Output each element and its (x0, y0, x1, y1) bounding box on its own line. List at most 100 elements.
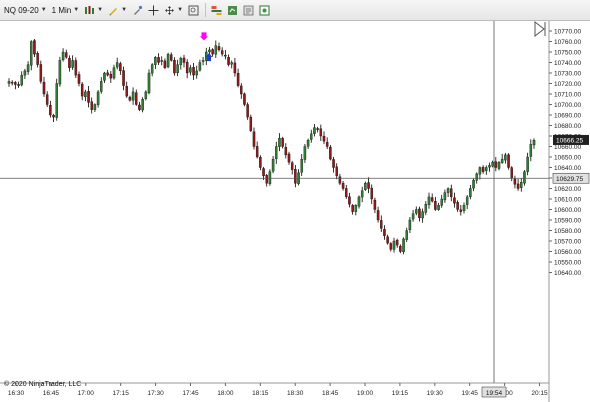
candle (421, 208, 424, 223)
y-tick-label: 10740.00 (554, 60, 581, 67)
candle (106, 69, 109, 77)
eyedropper-button[interactable] (130, 2, 145, 18)
x-tick-label: 16:45 (43, 390, 60, 397)
candle-body-down (49, 105, 52, 116)
candle-body-up (58, 60, 62, 85)
candle (17, 81, 20, 88)
move-arrows-icon (165, 5, 175, 15)
candle-body-down (157, 57, 160, 63)
drawing-tools-button[interactable]: ▼ (106, 2, 129, 18)
candle-body-down (106, 72, 109, 76)
y-tick-label: 10760.00 (554, 39, 581, 46)
candle (446, 187, 450, 197)
crosshair-button[interactable]: ▼ (162, 2, 185, 18)
candle (68, 55, 71, 72)
x-tick-label: 18:15 (252, 390, 269, 397)
chart-properties-button[interactable] (241, 2, 256, 18)
scroll-to-end-icon[interactable] (534, 21, 546, 38)
candle-body-up (300, 158, 303, 173)
indicators-button[interactable] (209, 2, 224, 18)
interval-selector[interactable]: 1 Min ▼ (50, 2, 82, 18)
candle-body-up (84, 91, 87, 98)
candle (112, 64, 116, 80)
candle (395, 238, 399, 248)
candle-body-down (87, 90, 90, 103)
candle-body-up (189, 67, 192, 73)
candle (147, 69, 151, 95)
candle (227, 54, 230, 67)
candle-body-down (345, 188, 348, 198)
candle (469, 184, 472, 200)
candle (373, 197, 377, 214)
last-price-label: 10666.25 (556, 137, 583, 144)
candle-body-down (389, 243, 393, 250)
price-chart[interactable]: 10770.00 10760.00 10750.00 10740.00 10730.00… (0, 21, 590, 402)
candle-body-down (182, 57, 186, 63)
candle (14, 81, 17, 90)
candle (185, 59, 189, 79)
candle-body-down (510, 167, 513, 179)
candle (45, 91, 49, 107)
candle (166, 52, 170, 69)
candle-body-up (160, 60, 163, 62)
candle-body-up (462, 205, 466, 211)
candle-body-up (392, 240, 396, 250)
candle-body-down (281, 138, 284, 147)
candle (192, 62, 195, 80)
candle-body-up (278, 137, 281, 147)
candle (214, 40, 218, 58)
candle-body-up (30, 41, 33, 66)
candle (341, 180, 345, 191)
chevron-down-icon: ▼ (73, 7, 80, 13)
candle-body-up (465, 196, 469, 205)
candle (150, 63, 154, 77)
strategies-button[interactable] (225, 2, 240, 18)
candle (179, 56, 183, 70)
candle-body-down (329, 146, 332, 160)
cursor-crosshair-icon (148, 5, 159, 15)
candle-body-up (520, 182, 523, 188)
candle (138, 101, 141, 112)
candle-body-up (198, 62, 202, 71)
candle-body-down (262, 168, 265, 177)
candle (119, 61, 122, 75)
candle-body-down (246, 104, 249, 118)
zoom-button[interactable] (186, 2, 201, 18)
candle (294, 164, 297, 188)
candle (491, 160, 494, 168)
candle (109, 71, 113, 83)
candle (465, 195, 469, 210)
candle-body-up (440, 198, 443, 206)
candle-body-down (14, 82, 17, 85)
candle-body-up (475, 173, 478, 181)
x-tick-label: 16:30 (8, 390, 25, 397)
candle-body-up (529, 144, 533, 157)
candle (96, 89, 100, 108)
chart-panel[interactable]: 10770.00 10760.00 10750.00 10740.00 10730.00… (0, 21, 590, 402)
candle (80, 81, 84, 101)
candle (402, 237, 405, 255)
candle (176, 59, 179, 77)
candle (58, 56, 62, 87)
candle-body-down (119, 63, 122, 72)
candle (163, 58, 167, 70)
candle (532, 138, 536, 149)
instrument-label: NQ 09-20 (4, 5, 39, 15)
chevron-down-icon: ▼ (40, 7, 47, 13)
bar-spacing-button[interactable] (146, 2, 161, 18)
candle-body-down (338, 176, 342, 184)
candle-body-down (294, 169, 297, 184)
candle (357, 195, 361, 209)
candle-body-up (201, 60, 205, 62)
snapshot-button[interactable] (257, 2, 272, 18)
candle-body-down (80, 83, 84, 97)
candle (103, 71, 106, 84)
instrument-selector[interactable]: NQ 09-20 ▼ (2, 2, 49, 18)
x-tick-label: 18:30 (287, 390, 304, 397)
candle (360, 186, 364, 203)
chart-style-button[interactable]: ▼ (82, 2, 105, 18)
candle (55, 78, 58, 121)
candle-body-down (255, 146, 259, 158)
x-tick-label: 17:00 (78, 390, 95, 397)
candle-body-up (96, 91, 100, 105)
